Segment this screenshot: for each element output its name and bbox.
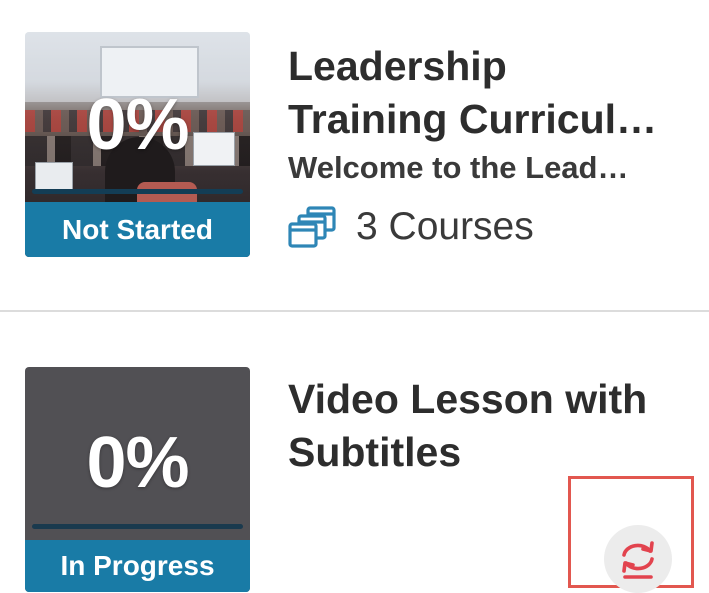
item-title-line: Training Curricul…	[288, 96, 658, 142]
item-title[interactable]: Video Lesson with Subtitles	[288, 373, 698, 479]
item-thumbnail[interactable]: 0% In Progress	[25, 367, 250, 592]
progress-bar	[32, 524, 243, 529]
courses-count: 3 Courses	[288, 205, 534, 249]
item-title-line: Subtitles	[288, 429, 462, 475]
item-title-line: Leadership	[288, 43, 507, 89]
list-divider	[0, 310, 709, 312]
progress-bar	[32, 189, 243, 194]
progress-percent: 0%	[86, 85, 189, 165]
learning-item-card[interactable]: 0% Not Started Leadership Training Curri…	[0, 0, 709, 311]
sync-icon	[622, 541, 654, 579]
status-badge: Not Started	[25, 202, 250, 257]
progress-percent: 0%	[86, 423, 189, 503]
stacked-windows-icon	[288, 206, 336, 248]
courses-label: 3 Courses	[356, 205, 534, 248]
item-title-line: Video Lesson with	[288, 376, 648, 422]
sync-button[interactable]	[604, 525, 672, 593]
item-title[interactable]: Leadership Training Curricul…	[288, 40, 698, 146]
status-badge: In Progress	[25, 540, 250, 592]
item-description: Welcome to the Lead…	[288, 150, 629, 185]
item-thumbnail[interactable]: 0% Not Started	[25, 32, 250, 257]
